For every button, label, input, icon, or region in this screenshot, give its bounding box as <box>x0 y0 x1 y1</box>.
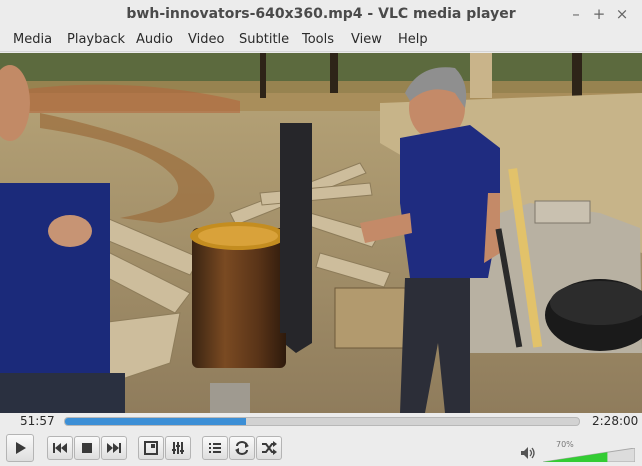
menu-view[interactable]: View <box>351 32 382 47</box>
loop-button[interactable] <box>229 436 255 460</box>
previous-icon <box>53 443 67 453</box>
menu-video[interactable]: Video <box>188 32 224 47</box>
menu-subtitle[interactable]: Subtitle <box>239 32 289 47</box>
seek-row: 51:57 2:28:00 <box>0 413 642 431</box>
shuffle-icon <box>262 441 277 455</box>
fullscreen-button[interactable] <box>138 436 164 460</box>
loop-icon <box>235 441 249 455</box>
window-title: bwh-innovators-640x360.mp4 - VLC media p… <box>126 6 516 22</box>
menu-playback[interactable]: Playback <box>67 32 125 47</box>
next-icon <box>107 443 121 453</box>
play-button[interactable] <box>6 434 34 462</box>
menu-media[interactable]: Media <box>13 32 52 47</box>
next-button[interactable] <box>101 436 127 460</box>
volume-fill <box>543 452 608 462</box>
close-icon[interactable]: × <box>612 4 632 24</box>
speaker-icon[interactable] <box>520 446 536 460</box>
elapsed-time: 51:57 <box>20 414 55 428</box>
seek-slider[interactable] <box>64 417 580 426</box>
seek-progress <box>65 418 247 425</box>
fullscreen-icon <box>144 441 158 455</box>
menu-bar: Media Playback Audio Video Subtitle Tool… <box>0 29 642 52</box>
title-bar: bwh-innovators-640x360.mp4 - VLC media p… <box>0 0 642 29</box>
volume-slider[interactable] <box>543 448 635 462</box>
total-time: 2:28:00 <box>592 414 639 428</box>
playlist-button[interactable] <box>202 436 228 460</box>
minimize-icon[interactable]: – <box>566 4 586 24</box>
playlist-icon <box>209 443 221 453</box>
menu-audio[interactable]: Audio <box>136 32 173 47</box>
stop-icon <box>82 443 92 453</box>
maximize-icon[interactable]: + <box>589 4 609 24</box>
stop-button[interactable] <box>74 436 100 460</box>
extended-settings-icon <box>172 442 184 454</box>
extended-settings-button[interactable] <box>165 436 191 460</box>
previous-button[interactable] <box>47 436 73 460</box>
video-frame[interactable] <box>0 53 642 413</box>
play-icon <box>16 442 26 454</box>
menu-help[interactable]: Help <box>398 32 428 47</box>
menu-tools[interactable]: Tools <box>302 32 334 47</box>
shuffle-button[interactable] <box>256 436 282 460</box>
